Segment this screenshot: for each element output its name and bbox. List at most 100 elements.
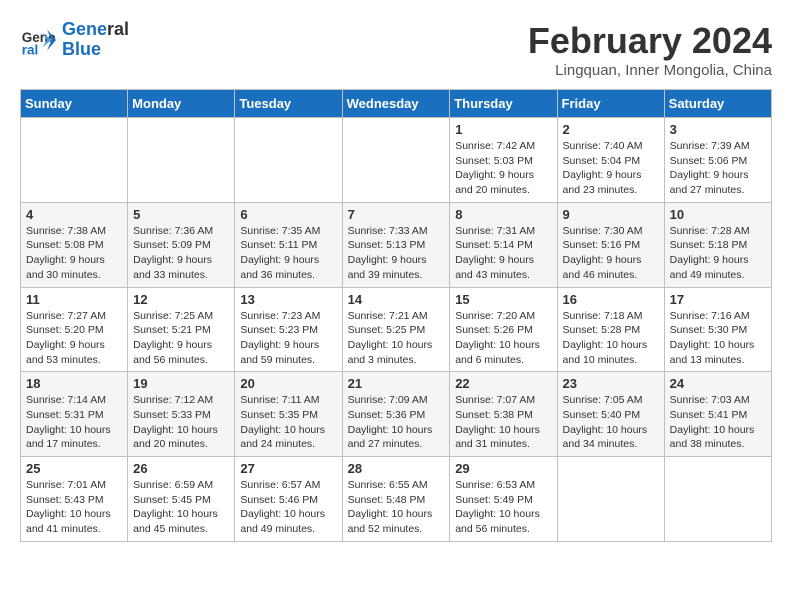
day-number: 22 (455, 376, 551, 391)
calendar-cell: 26 Sunrise: 6:59 AM Sunset: 5:45 PM Dayli… (128, 457, 235, 542)
day-info: Sunrise: 7:03 AM Sunset: 5:41 PM Dayligh… (670, 393, 766, 452)
calendar-cell (342, 118, 450, 203)
day-info: Sunrise: 7:18 AM Sunset: 5:28 PM Dayligh… (563, 309, 659, 368)
day-info: Sunrise: 7:40 AM Sunset: 5:04 PM Dayligh… (563, 139, 659, 198)
day-number: 25 (26, 461, 122, 476)
calendar-header-monday: Monday (128, 90, 235, 118)
calendar-header-row: SundayMondayTuesdayWednesdayThursdayFrid… (21, 90, 772, 118)
month-title: February 2024 (528, 20, 772, 62)
calendar-cell (557, 457, 664, 542)
day-info: Sunrise: 6:57 AM Sunset: 5:46 PM Dayligh… (240, 478, 336, 537)
day-info: Sunrise: 7:07 AM Sunset: 5:38 PM Dayligh… (455, 393, 551, 452)
day-info: Sunrise: 7:25 AM Sunset: 5:21 PM Dayligh… (133, 309, 229, 368)
calendar-cell: 16 Sunrise: 7:18 AM Sunset: 5:28 PM Dayli… (557, 287, 664, 372)
day-number: 3 (670, 122, 766, 137)
calendar-cell: 20Sunrise: 7:11 AM Sunset: 5:35 PM Dayli… (235, 372, 342, 457)
calendar-table: SundayMondayTuesdayWednesdayThursdayFrid… (20, 89, 772, 542)
day-number: 7 (348, 207, 445, 222)
calendar-cell: 8 Sunrise: 7:31 AM Sunset: 5:14 PM Daylig… (450, 202, 557, 287)
day-info: Sunrise: 6:59 AM Sunset: 5:45 PM Dayligh… (133, 478, 229, 537)
calendar-cell: 15 Sunrise: 7:20 AM Sunset: 5:26 PM Dayli… (450, 287, 557, 372)
location: Lingquan, Inner Mongolia, China (528, 62, 772, 79)
calendar-cell: 25 Sunrise: 7:01 AM Sunset: 5:43 PM Dayli… (21, 457, 128, 542)
calendar-cell: 19 Sunrise: 7:12 AM Sunset: 5:33 PM Dayli… (128, 372, 235, 457)
day-info: Sunrise: 7:42 AM Sunset: 5:03 PM Dayligh… (455, 139, 551, 198)
day-number: 18 (26, 376, 122, 391)
calendar-header-sunday: Sunday (21, 90, 128, 118)
calendar-cell: 21 Sunrise: 7:09 AM Sunset: 5:36 PM Dayli… (342, 372, 450, 457)
day-number: 4 (26, 207, 122, 222)
title-block: February 2024 Lingquan, Inner Mongolia, … (528, 20, 772, 79)
day-number: 6 (240, 207, 336, 222)
day-info: Sunrise: 7:20 AM Sunset: 5:26 PM Dayligh… (455, 309, 551, 368)
day-info: Sunrise: 7:38 AM Sunset: 5:08 PM Dayligh… (26, 224, 122, 283)
day-info: Sunrise: 7:36 AM Sunset: 5:09 PM Dayligh… (133, 224, 229, 283)
day-number: 1 (455, 122, 551, 137)
day-number: 17 (670, 292, 766, 307)
calendar-header-wednesday: Wednesday (342, 90, 450, 118)
calendar-cell: 18 Sunrise: 7:14 AM Sunset: 5:31 PM Dayli… (21, 372, 128, 457)
day-number: 27 (240, 461, 336, 476)
day-info: Sunrise: 7:16 AM Sunset: 5:30 PM Dayligh… (670, 309, 766, 368)
day-number: 9 (563, 207, 659, 222)
calendar-week-4: 18 Sunrise: 7:14 AM Sunset: 5:31 PM Dayli… (21, 372, 772, 457)
calendar-cell: 12 Sunrise: 7:25 AM Sunset: 5:21 PM Dayli… (128, 287, 235, 372)
day-info: Sunrise: 7:23 AM Sunset: 5:23 PM Dayligh… (240, 309, 336, 368)
day-number: 26 (133, 461, 229, 476)
day-number: 29 (455, 461, 551, 476)
day-number: 11 (26, 292, 122, 307)
day-number: 16 (563, 292, 659, 307)
day-info: Sunrise: 7:28 AM Sunset: 5:18 PM Dayligh… (670, 224, 766, 283)
day-info: Sunrise: 7:33 AM Sunset: 5:13 PM Dayligh… (348, 224, 445, 283)
svg-text:ral: ral (22, 42, 39, 57)
calendar-cell: 24 Sunrise: 7:03 AM Sunset: 5:41 PM Dayli… (664, 372, 771, 457)
calendar-cell: 5Sunrise: 7:36 AM Sunset: 5:09 PM Daylig… (128, 202, 235, 287)
calendar-week-5: 25 Sunrise: 7:01 AM Sunset: 5:43 PM Dayli… (21, 457, 772, 542)
day-info: Sunrise: 7:30 AM Sunset: 5:16 PM Dayligh… (563, 224, 659, 283)
day-info: Sunrise: 7:05 AM Sunset: 5:40 PM Dayligh… (563, 393, 659, 452)
calendar-cell: 2 Sunrise: 7:40 AM Sunset: 5:04 PM Daylig… (557, 118, 664, 203)
calendar-cell: 11 Sunrise: 7:27 AM Sunset: 5:20 PM Dayli… (21, 287, 128, 372)
day-number: 24 (670, 376, 766, 391)
calendar-cell (128, 118, 235, 203)
calendar-cell: 6Sunrise: 7:35 AM Sunset: 5:11 PM Daylig… (235, 202, 342, 287)
day-info: Sunrise: 7:27 AM Sunset: 5:20 PM Dayligh… (26, 309, 122, 368)
day-info: Sunrise: 7:12 AM Sunset: 5:33 PM Dayligh… (133, 393, 229, 452)
day-number: 21 (348, 376, 445, 391)
calendar-cell: 7 Sunrise: 7:33 AM Sunset: 5:13 PM Daylig… (342, 202, 450, 287)
day-number: 10 (670, 207, 766, 222)
calendar-header-thursday: Thursday (450, 90, 557, 118)
day-number: 14 (348, 292, 445, 307)
day-number: 15 (455, 292, 551, 307)
calendar-cell: 29 Sunrise: 6:53 AM Sunset: 5:49 PM Dayli… (450, 457, 557, 542)
page-header: Gene ral GeneralBlue February 2024 Lingq… (20, 20, 772, 79)
day-number: 20 (240, 376, 336, 391)
calendar-week-3: 11 Sunrise: 7:27 AM Sunset: 5:20 PM Dayli… (21, 287, 772, 372)
calendar-cell: 9 Sunrise: 7:30 AM Sunset: 5:16 PM Daylig… (557, 202, 664, 287)
day-info: Sunrise: 6:53 AM Sunset: 5:49 PM Dayligh… (455, 478, 551, 537)
calendar-cell: 4 Sunrise: 7:38 AM Sunset: 5:08 PM Daylig… (21, 202, 128, 287)
day-info: Sunrise: 7:09 AM Sunset: 5:36 PM Dayligh… (348, 393, 445, 452)
day-info: Sunrise: 7:31 AM Sunset: 5:14 PM Dayligh… (455, 224, 551, 283)
day-number: 19 (133, 376, 229, 391)
day-info: Sunrise: 7:14 AM Sunset: 5:31 PM Dayligh… (26, 393, 122, 452)
calendar-cell (664, 457, 771, 542)
calendar-cell: 10 Sunrise: 7:28 AM Sunset: 5:18 PM Dayli… (664, 202, 771, 287)
calendar-header-friday: Friday (557, 90, 664, 118)
day-number: 12 (133, 292, 229, 307)
calendar-cell: 22 Sunrise: 7:07 AM Sunset: 5:38 PM Dayli… (450, 372, 557, 457)
day-number: 13 (240, 292, 336, 307)
calendar-cell: 3 Sunrise: 7:39 AM Sunset: 5:06 PM Daylig… (664, 118, 771, 203)
calendar-cell: 14Sunrise: 7:21 AM Sunset: 5:25 PM Dayli… (342, 287, 450, 372)
logo: Gene ral GeneralBlue (20, 20, 129, 60)
day-number: 2 (563, 122, 659, 137)
day-info: Sunrise: 6:55 AM Sunset: 5:48 PM Dayligh… (348, 478, 445, 537)
calendar-header-saturday: Saturday (664, 90, 771, 118)
calendar-week-1: 1 Sunrise: 7:42 AM Sunset: 5:03 PM Daylig… (21, 118, 772, 203)
calendar-header-tuesday: Tuesday (235, 90, 342, 118)
day-info: Sunrise: 7:39 AM Sunset: 5:06 PM Dayligh… (670, 139, 766, 198)
calendar-cell: 13 Sunrise: 7:23 AM Sunset: 5:23 PM Dayli… (235, 287, 342, 372)
day-info: Sunrise: 7:01 AM Sunset: 5:43 PM Dayligh… (26, 478, 122, 537)
day-number: 8 (455, 207, 551, 222)
logo-icon: Gene ral (20, 22, 56, 58)
